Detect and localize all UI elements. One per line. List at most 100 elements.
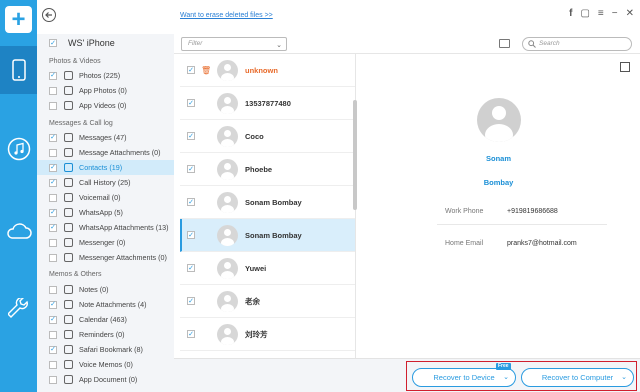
checkbox[interactable] [187, 231, 195, 239]
checkbox[interactable] [187, 264, 195, 272]
device-header[interactable]: WS' iPhone [49, 38, 115, 48]
sidebar-item-calendar[interactable]: Calendar (463) [37, 312, 174, 327]
menu-icon[interactable]: ≡ [598, 8, 604, 19]
sidebar-item-messenger[interactable]: Messenger (0) [37, 235, 174, 250]
sidebar-item-note-attachments[interactable]: Note Attachments (4) [37, 297, 174, 312]
checkbox[interactable] [49, 345, 57, 354]
checkbox[interactable] [49, 223, 57, 232]
contact-row[interactable]: Yuwei [180, 252, 355, 285]
avatar [217, 92, 238, 114]
sidebar-item-photos[interactable]: Photos (225) [37, 68, 174, 83]
contact-row[interactable]: Sonam Bombay [180, 186, 355, 219]
contact-row[interactable]: 13537877480 [180, 87, 355, 120]
checkbox[interactable] [49, 315, 57, 324]
safari-icon [64, 345, 73, 354]
avatar [217, 191, 238, 213]
divider [437, 224, 607, 225]
checkbox[interactable] [49, 178, 57, 187]
sidebar-item-reminders[interactable]: Reminders (0) [37, 327, 174, 342]
checkbox[interactable] [187, 297, 195, 305]
sidebar-item-message-attachments[interactable]: Message Attachments (0) [37, 145, 174, 160]
checkbox[interactable] [49, 163, 57, 172]
back-button[interactable] [42, 8, 56, 22]
checkbox[interactable] [49, 193, 57, 202]
contact-row[interactable]: 刘玲芳 [180, 318, 355, 351]
music-icon[interactable] [0, 125, 37, 173]
checkbox[interactable] [49, 360, 57, 369]
wrench-icon[interactable] [0, 285, 37, 333]
checkbox[interactable] [49, 148, 57, 157]
checkbox[interactable] [187, 132, 195, 140]
checkbox[interactable] [49, 133, 57, 142]
checkbox[interactable] [49, 208, 57, 217]
phone-icon[interactable] [0, 46, 37, 94]
feedback-icon[interactable]: ▢ [580, 8, 589, 19]
avatar [217, 323, 238, 345]
work-phone-value: +919819686688 [507, 208, 558, 215]
checkbox[interactable] [49, 330, 57, 339]
app-videos-icon [64, 101, 73, 110]
sidebar-item-notes[interactable]: Notes (0) [37, 282, 174, 297]
checkbox[interactable] [187, 198, 195, 206]
recover-to-computer-button[interactable]: Recover to Computer ⌄ [521, 368, 634, 387]
checkbox[interactable] [49, 238, 57, 247]
checkbox[interactable] [49, 285, 57, 294]
document-icon [64, 375, 73, 384]
sidebar-item-app-document[interactable]: App Document (0) [37, 372, 174, 387]
avatar [217, 158, 238, 180]
minimize-icon[interactable]: − [612, 8, 618, 19]
device-name: WS' iPhone [68, 38, 115, 48]
section-title: Memos & Others [49, 271, 102, 278]
erase-deleted-link[interactable]: Want to erase deleted files >> [180, 12, 273, 19]
sidebar-item-voice-memos[interactable]: Voice Memos (0) [37, 357, 174, 372]
checkbox[interactable] [49, 86, 57, 95]
checkbox[interactable] [49, 101, 57, 110]
app-logo: + [5, 6, 32, 33]
contact-row[interactable]: 老余 [180, 285, 355, 318]
whatsapp-icon [64, 208, 73, 217]
sidebar-item-whatsapp-attachments[interactable]: WhatsApp Attachments (13) [37, 220, 174, 235]
recover-to-device-button[interactable]: Recover to Device Free ⌄ [412, 363, 516, 387]
close-icon[interactable]: ✕ [626, 8, 634, 19]
messenger-icon [64, 238, 73, 247]
notes-icon [64, 285, 73, 294]
checkbox[interactable] [187, 99, 195, 107]
checkbox[interactable] [187, 165, 195, 173]
sidebar-item-call-history[interactable]: Call History (25) [37, 175, 174, 190]
device-checkbox[interactable] [49, 39, 57, 47]
contacts-icon [64, 163, 73, 172]
sidebar-item-app-videos[interactable]: App Videos (0) [37, 98, 174, 113]
checkbox[interactable] [49, 71, 57, 80]
sidebar-item-app-photos[interactable]: App Photos (0) [37, 83, 174, 98]
work-phone-label: Work Phone [445, 208, 484, 215]
cloud-icon[interactable] [0, 207, 37, 255]
contact-row[interactable]: Coco [180, 120, 355, 153]
filter-dropdown[interactable]: Filter ⌄ [181, 37, 287, 51]
sidebar-item-safari-bookmark[interactable]: Safari Bookmark (8) [37, 342, 174, 357]
sidebar-item-messenger-attachments[interactable]: Messenger Attachments (0) [37, 250, 174, 265]
facebook-icon[interactable]: f [569, 8, 572, 19]
edit-icon[interactable] [620, 62, 630, 72]
sidebar-item-messages[interactable]: Messages (47) [37, 130, 174, 145]
sidebar-item-voicemail[interactable]: Voicemail (0) [37, 190, 174, 205]
chevron-down-icon: ⌄ [276, 42, 282, 49]
sidebar-item-contacts[interactable]: Contacts (19) [37, 160, 174, 175]
contact-detail: Sonam Bombay Work Phone +919819686688 Ho… [357, 54, 640, 358]
attachment-icon [64, 148, 73, 157]
sidebar-item-whatsapp[interactable]: WhatsApp (5) [37, 205, 174, 220]
section-title: Messages & Call log [49, 120, 113, 127]
home-email-label: Home Email [445, 240, 484, 247]
checkbox[interactable] [187, 330, 195, 338]
search-input[interactable]: Search [522, 37, 632, 51]
app-photos-icon [64, 86, 73, 95]
checkbox[interactable] [49, 375, 57, 384]
chevron-down-icon: ⌄ [621, 374, 627, 381]
messenger-attachment-icon [64, 253, 73, 262]
contact-row[interactable]: Phoebe [180, 153, 355, 186]
checkbox[interactable] [187, 66, 195, 74]
checkbox[interactable] [49, 253, 57, 262]
contact-row-selected[interactable]: Sonam Bombay [180, 219, 355, 252]
contact-row[interactable]: 🗑unknown [180, 54, 355, 87]
checkbox[interactable] [49, 300, 57, 309]
print-icon[interactable] [499, 39, 510, 48]
